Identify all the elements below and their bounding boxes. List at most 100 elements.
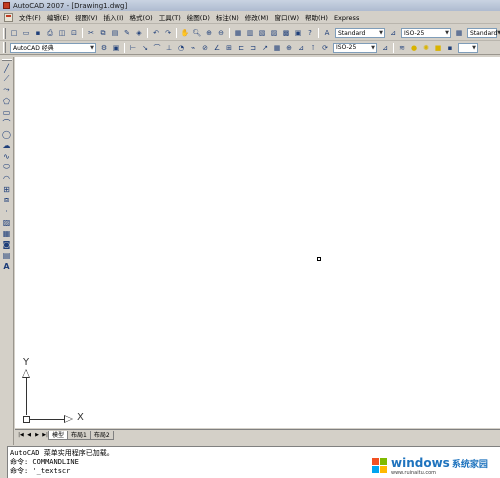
- dim-style-manager-icon[interactable]: ⊿: [380, 43, 390, 53]
- tab-layout2[interactable]: 布局2: [89, 430, 114, 440]
- zoom-window-icon[interactable]: ⊕: [204, 28, 214, 38]
- menu-dimension[interactable]: 标注(N): [213, 12, 242, 24]
- new-icon[interactable]: □: [9, 28, 19, 38]
- table-icon[interactable]: ▤: [2, 250, 12, 260]
- line-icon[interactable]: ╱: [2, 63, 12, 73]
- spline-icon[interactable]: ∿: [2, 151, 12, 161]
- copy-icon[interactable]: ⧉: [98, 28, 108, 38]
- qleader-icon[interactable]: ↗: [260, 43, 270, 53]
- menu-edit[interactable]: 编辑(E): [44, 12, 72, 24]
- menu-window[interactable]: 窗口(W): [271, 12, 302, 24]
- menu-insert[interactable]: 插入(I): [101, 12, 127, 24]
- menu-file[interactable]: 文件(F): [16, 12, 44, 24]
- multiline-text-icon[interactable]: A: [2, 261, 12, 271]
- drawing-canvas[interactable]: [15, 57, 500, 428]
- menu-modify[interactable]: 修改(M): [242, 12, 272, 24]
- text-style-select[interactable]: Standard ▼: [335, 28, 385, 38]
- gradient-icon[interactable]: ▦: [2, 228, 12, 238]
- prev-tab-icon[interactable]: ◀: [25, 431, 33, 439]
- autocad-app-icon[interactable]: [3, 2, 10, 9]
- plot-icon[interactable]: ⎙: [45, 28, 55, 38]
- quickcalc-icon[interactable]: ▣: [293, 28, 303, 38]
- revision-cloud-icon[interactable]: ☁: [2, 140, 12, 150]
- table-style-select[interactable]: Standard ▼: [467, 28, 500, 38]
- pan-icon[interactable]: ✋: [180, 28, 190, 38]
- dim-edit-icon[interactable]: ⊿: [296, 43, 306, 53]
- layer-thaw-icon[interactable]: ✺: [421, 43, 431, 53]
- toolbar-grip[interactable]: [1, 59, 12, 61]
- match-properties-icon[interactable]: ✎: [122, 28, 132, 38]
- first-tab-icon[interactable]: |◀: [17, 431, 25, 439]
- toolbar-grip[interactable]: [3, 42, 6, 53]
- menu-draw[interactable]: 绘图(D): [184, 12, 213, 24]
- construction-line-icon[interactable]: ⟋: [2, 74, 12, 84]
- workspace-select[interactable]: AutoCAD 经典 ▼: [10, 42, 96, 53]
- redo-icon[interactable]: ↷: [163, 28, 173, 38]
- ellipse-icon[interactable]: ⬭: [2, 162, 12, 172]
- save-icon[interactable]: ▪: [33, 28, 43, 38]
- polyline-icon[interactable]: ⤳: [2, 85, 12, 95]
- help-icon[interactable]: ?: [305, 28, 315, 38]
- toolbar-grip[interactable]: [3, 27, 6, 39]
- polygon-icon[interactable]: ⬠: [2, 96, 12, 106]
- menu-tools[interactable]: 工具(T): [156, 12, 184, 24]
- undo-icon[interactable]: ↶: [151, 28, 161, 38]
- center-mark-icon[interactable]: ⊕: [284, 43, 294, 53]
- markup-icon[interactable]: ▩: [281, 28, 291, 38]
- dim-text-edit-icon[interactable]: ⊺: [308, 43, 318, 53]
- hatch-icon[interactable]: ▨: [2, 217, 12, 227]
- continue-dim-icon[interactable]: ⊐: [248, 43, 258, 53]
- angular-dim-icon[interactable]: ∠: [212, 43, 222, 53]
- chevron-down-icon: ▼: [90, 44, 94, 51]
- menu-view[interactable]: 视图(V): [72, 12, 101, 24]
- aligned-dim-icon[interactable]: ↘: [140, 43, 150, 53]
- zoom-realtime-icon[interactable]: 🔍︎: [192, 28, 202, 38]
- document-icon[interactable]: [4, 13, 13, 22]
- sheet-set-icon[interactable]: ▨: [269, 28, 279, 38]
- layer-on-bulb-icon[interactable]: ●: [409, 43, 419, 53]
- menu-help[interactable]: 帮助(H): [302, 12, 331, 24]
- insert-block-icon[interactable]: ⊞: [2, 184, 12, 194]
- open-icon[interactable]: ▭: [21, 28, 31, 38]
- layer-manager-icon[interactable]: ≋: [397, 43, 407, 53]
- dim-style-select[interactable]: ISO-25 ▼: [401, 28, 451, 38]
- tab-layout1[interactable]: 布局1: [67, 430, 91, 440]
- rectangle-icon[interactable]: ▭: [2, 107, 12, 117]
- arc-length-icon[interactable]: ⌒: [152, 43, 162, 53]
- cut-icon[interactable]: ✂: [86, 28, 96, 38]
- menu-format[interactable]: 格式(O): [127, 12, 156, 24]
- block-editor-icon[interactable]: ◈: [134, 28, 144, 38]
- zoom-previous-icon[interactable]: ⊖: [216, 28, 226, 38]
- publish-icon[interactable]: ⊡: [69, 28, 79, 38]
- preview-icon[interactable]: ◫: [57, 28, 67, 38]
- arc-icon[interactable]: ⌒: [2, 118, 12, 128]
- layer-color-icon[interactable]: ▪: [445, 43, 455, 53]
- layer-select[interactable]: ▼: [458, 42, 478, 53]
- region-icon[interactable]: ◙: [2, 239, 12, 249]
- layer-lock-icon[interactable]: ■: [433, 43, 443, 53]
- workspace-settings-icon[interactable]: ⚙: [99, 43, 109, 53]
- linear-dim-icon[interactable]: ⊢: [128, 43, 138, 53]
- ellipse-arc-icon[interactable]: ◠: [2, 173, 12, 183]
- command-window-grip[interactable]: [0, 446, 8, 478]
- circle-icon[interactable]: ◯: [2, 129, 12, 139]
- tool-palettes-icon[interactable]: ▧: [257, 28, 267, 38]
- diameter-dim-icon[interactable]: ⊘: [200, 43, 210, 53]
- quick-dim-icon[interactable]: ⊞: [224, 43, 234, 53]
- dim-update-icon[interactable]: ⟳: [320, 43, 330, 53]
- paste-icon[interactable]: ▤: [110, 28, 120, 38]
- tab-model[interactable]: 模型: [48, 430, 69, 440]
- radius-dim-icon[interactable]: ◔: [176, 43, 186, 53]
- menu-express[interactable]: Express: [331, 12, 362, 24]
- baseline-dim-icon[interactable]: ⊏: [236, 43, 246, 53]
- make-block-icon[interactable]: ⧈: [2, 195, 12, 205]
- properties-icon[interactable]: ▦: [233, 28, 243, 38]
- point-icon[interactable]: ·: [2, 206, 12, 216]
- dim-style-control-select[interactable]: ISO-25 ▼: [333, 42, 377, 53]
- my-workspace-icon[interactable]: ▣: [111, 43, 121, 53]
- jogged-dim-icon[interactable]: ⌁: [188, 43, 198, 53]
- next-tab-icon[interactable]: ▶: [33, 431, 41, 439]
- tolerance-icon[interactable]: ▦: [272, 43, 282, 53]
- design-center-icon[interactable]: ▥: [245, 28, 255, 38]
- ordinate-dim-icon[interactable]: ⊥: [164, 43, 174, 53]
